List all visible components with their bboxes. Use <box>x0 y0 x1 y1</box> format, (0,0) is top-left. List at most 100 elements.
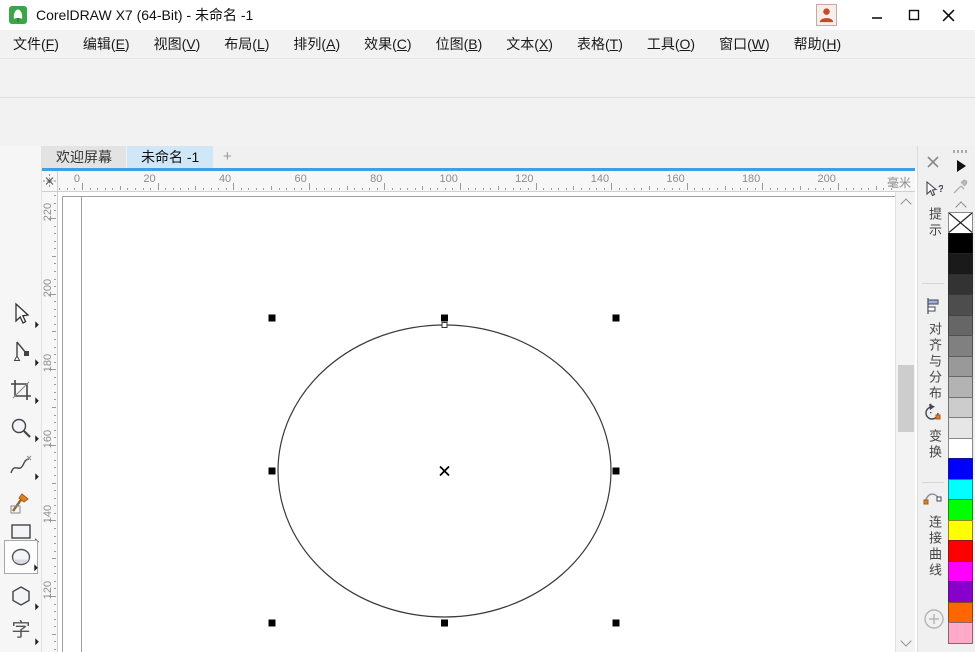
h-ruler-label: 40 <box>218 173 232 185</box>
h-ruler-label: 60 <box>294 173 307 185</box>
docker-separator <box>922 283 944 284</box>
menu-bar: 文件(F) 编辑(E) 视图(V) 布局(L) 排列(A) 效果(C) 位图(B) 文本(X)… <box>0 30 975 58</box>
pick-tool[interactable] <box>8 301 39 329</box>
menu-l[interactable]: 布局(L) <box>212 30 281 58</box>
palette-swatch-orange[interactable] <box>948 601 973 623</box>
title-bar: CorelDRAW X7 (64-Bit) - 未命名 -1 <box>0 0 975 30</box>
window-title: CorelDRAW X7 (64-Bit) - 未命名 -1 <box>36 7 254 23</box>
horizontal-ruler[interactable]: 毫米 0 20 40 60 80 100 120 140 160 180 200 <box>58 171 915 192</box>
menu-v[interactable]: 视图(V) <box>142 30 213 58</box>
h-ruler-label: 180 <box>741 173 761 185</box>
menu-t[interactable]: 表格(T) <box>565 30 635 58</box>
v-ruler-label: 120 <box>42 580 54 600</box>
shape-tool[interactable] <box>8 339 39 367</box>
docker-tab-hints[interactable]: 提示 <box>925 207 944 239</box>
palette-swatch-red[interactable] <box>948 540 973 562</box>
connect-curves-docker-icon <box>923 493 942 505</box>
palette-swatch-magenta[interactable] <box>948 560 973 582</box>
freehand-tool[interactable] <box>8 453 39 481</box>
menu-c[interactable]: 效果(C) <box>352 30 423 58</box>
tab-welcome-screen[interactable]: 欢迎屏幕 <box>42 146 126 168</box>
ellipse-top-node[interactable] <box>441 322 448 328</box>
menu-x[interactable]: 文本(X) <box>494 30 565 58</box>
add-docker-button[interactable] <box>923 608 945 630</box>
palette-swatch-80-black[interactable] <box>948 273 973 295</box>
docker-close-icon[interactable] <box>925 154 941 170</box>
menu-f[interactable]: 文件(F) <box>1 30 71 58</box>
palette-swatch-green[interactable] <box>948 499 973 521</box>
h-ruler-label: 80 <box>370 173 383 185</box>
palette-swatch-no-color[interactable] <box>948 212 973 234</box>
palette-swatch-black[interactable] <box>948 232 973 254</box>
align-distribute-docker-icon <box>927 298 939 314</box>
palette-swatch-10-black[interactable] <box>948 417 973 439</box>
docker-tab-connect-curves[interactable]: 连接曲线 <box>925 515 944 579</box>
menu-e[interactable]: 编辑(E) <box>71 30 142 58</box>
palette-swatch-20-black[interactable] <box>948 396 973 418</box>
palette-scroll-up-button[interactable] <box>953 200 969 213</box>
docker-tab-transform[interactable]: 变换 <box>925 429 944 461</box>
v-ruler-label: 220 <box>42 202 54 222</box>
h-ruler-label: 160 <box>666 173 685 185</box>
tab-untitled-label: 未命名 -1 <box>141 149 200 165</box>
vertical-scrollbar[interactable] <box>895 192 915 652</box>
scroll-down-button[interactable] <box>896 633 916 652</box>
v-ruler-label: 160 <box>42 429 54 448</box>
toolbox: 字 <box>0 146 42 652</box>
h-ruler-label: 200 <box>817 173 836 185</box>
scrollbar-thumb[interactable] <box>898 365 914 432</box>
zoom-tool[interactable] <box>8 415 39 443</box>
scroll-up-button[interactable] <box>896 192 916 211</box>
ellipse-tool-selected[interactable] <box>4 540 38 574</box>
standard-toolbar: PDF 100% 贴齐(T) » <box>0 58 975 150</box>
palette-swatch-yellow[interactable] <box>948 519 973 541</box>
palette-drag-handle[interactable] <box>953 150 969 153</box>
h-ruler-label: 0 <box>73 173 80 185</box>
docker-tab-strip: ? 提示 对齐与分布… 变换 连接曲线 <box>917 146 947 652</box>
h-ruler-label: 140 <box>590 173 610 185</box>
minimize-button[interactable] <box>862 2 892 28</box>
menu-a[interactable]: 排列(A) <box>281 30 352 58</box>
color-palette <box>947 146 975 652</box>
palette-eyedropper-icon <box>953 179 968 194</box>
color-palette-swatches <box>948 212 974 644</box>
v-ruler-label: 200 <box>42 278 54 297</box>
text-tool[interactable]: 字 <box>8 618 39 646</box>
palette-swatch-50-black[interactable] <box>948 335 973 357</box>
tab-untitled-1[interactable]: 未命名 -1 <box>127 146 214 168</box>
tab-welcome-label: 欢迎屏幕 <box>56 149 112 165</box>
palette-swatch-white[interactable] <box>948 437 973 459</box>
h-ruler-label: 100 <box>439 173 458 185</box>
palette-flyout-icon[interactable] <box>957 160 966 172</box>
drawing-canvas[interactable] <box>58 192 895 652</box>
menu-b[interactable]: 位图(B) <box>424 30 495 58</box>
v-ruler-label: 140 <box>42 505 54 524</box>
crop-tool[interactable] <box>8 377 39 405</box>
menu-o[interactable]: 工具(O) <box>635 30 707 58</box>
palette-swatch-60-black[interactable] <box>948 314 973 336</box>
ruler-origin-button[interactable] <box>42 171 58 192</box>
hints-docker-icon: ? <box>926 180 943 197</box>
palette-swatch-30-black[interactable] <box>948 376 973 398</box>
docker-separator <box>922 482 944 483</box>
new-document-tab-button[interactable]: + <box>214 146 240 168</box>
h-ruler-label: 20 <box>143 173 156 185</box>
account-icon[interactable] <box>816 4 837 26</box>
palette-swatch-pink[interactable] <box>948 622 973 644</box>
palette-swatch-90-black[interactable] <box>948 253 973 275</box>
polygon-tool[interactable] <box>8 583 39 611</box>
menu-h[interactable]: 帮助(H) <box>782 30 853 58</box>
artistic-media-tool[interactable] <box>8 490 34 516</box>
vertical-ruler[interactable]: 220 200 180 160 140 120 <box>42 192 58 652</box>
palette-swatch-purple[interactable] <box>948 581 973 603</box>
menu-w[interactable]: 窗口(W) <box>707 30 782 58</box>
v-ruler-label: 180 <box>42 354 54 373</box>
palette-swatch-cyan[interactable] <box>948 478 973 500</box>
close-button[interactable] <box>933 2 963 28</box>
maximize-button[interactable] <box>899 2 929 28</box>
coreldraw-logo-icon <box>9 6 27 24</box>
h-ruler-label: 120 <box>515 173 534 185</box>
palette-swatch-40-black[interactable] <box>948 355 973 377</box>
palette-swatch-blue[interactable] <box>948 458 973 480</box>
palette-swatch-70-black[interactable] <box>948 294 973 316</box>
